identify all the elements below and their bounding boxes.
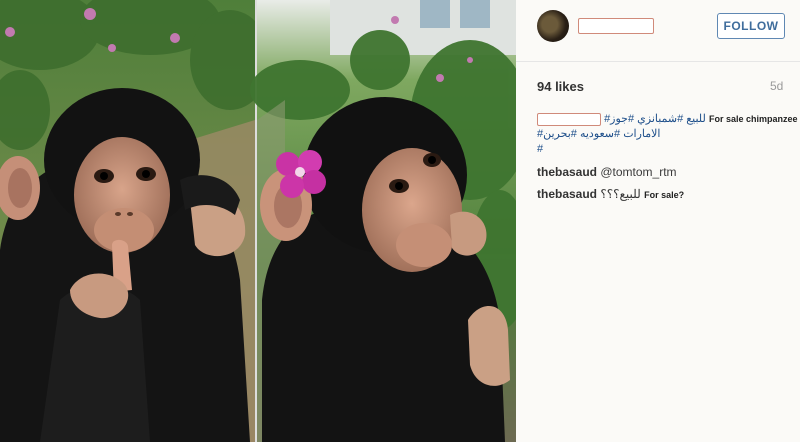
comment-1: thebasaud @tomtom_rtm (537, 165, 677, 179)
caption-line-3: # (537, 142, 799, 157)
follow-button[interactable]: FOLLOW (717, 13, 785, 39)
caption-hashtag-3[interactable]: # (537, 143, 543, 155)
caption-line-1: للبيع #شمبانزي #جوز# For sale chimpanzee (537, 112, 799, 127)
caption-hashtags-arabic-1[interactable]: للبيع #شمبانزي #جوز# (604, 113, 706, 125)
comment-username[interactable]: thebasaud (537, 165, 597, 179)
comment-text: للبيع؟؟؟ (600, 187, 641, 201)
redacted-caption-username[interactable] (537, 112, 601, 126)
post-details-panel (516, 0, 800, 442)
post-age: 5d (770, 79, 784, 93)
comment-2: thebasaud للبيع؟؟؟ For sale? (537, 187, 684, 201)
comment-username[interactable]: thebasaud (537, 187, 597, 201)
chimpanzee-photo-illustration (0, 0, 516, 442)
caption-hashtags-arabic-2[interactable]: الامارات #سعوديه #بحرين# (537, 128, 661, 140)
likes-count[interactable]: 94 likes (537, 79, 584, 94)
post-photo[interactable] (0, 0, 516, 442)
caption-line-2: الامارات #سعوديه #بحرين# (537, 127, 799, 142)
comment-text-english: For sale? (644, 190, 685, 200)
comment-text[interactable]: @tomtom_rtm (600, 165, 676, 179)
header-divider (516, 61, 800, 62)
avatar[interactable] (537, 10, 569, 42)
redacted-username[interactable] (578, 18, 654, 34)
caption: للبيع #شمبانزي #جوز# For sale chimpanzee… (537, 112, 799, 157)
caption-english-text: For sale chimpanzee (709, 114, 798, 124)
